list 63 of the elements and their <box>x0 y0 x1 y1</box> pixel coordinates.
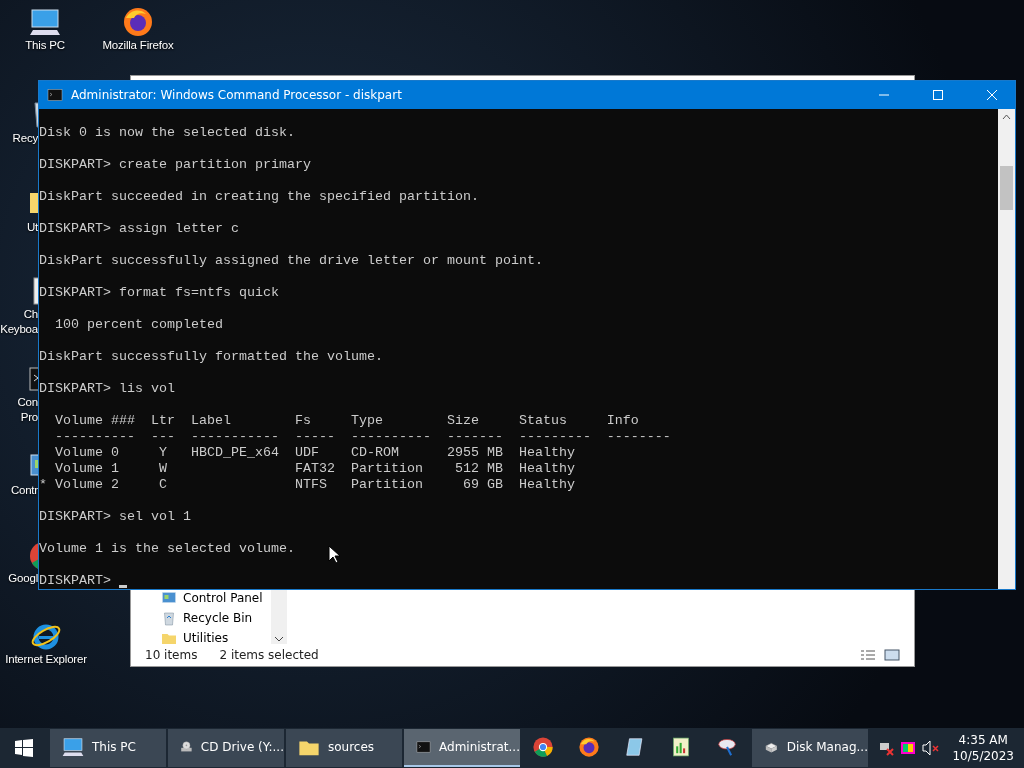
control-panel-icon <box>161 590 177 606</box>
windows-logo-icon <box>15 739 33 757</box>
taskbar-button[interactable]: Disk Manag... <box>752 729 868 767</box>
computer-icon <box>62 736 84 758</box>
sidebar-item[interactable]: Recycle Bin <box>161 610 271 626</box>
chart-document-icon <box>670 736 692 758</box>
icon-label: Keyboa <box>0 322 38 337</box>
icon-label: Con <box>17 395 38 410</box>
scrollbar[interactable] <box>998 109 1015 589</box>
icon-label: Ut <box>26 220 38 235</box>
tool-icon <box>716 736 738 758</box>
console-line: Volume 1 is the selected volume. <box>39 541 295 557</box>
taskbar-button[interactable]: Administrat... <box>404 729 520 767</box>
console-line: ---------- --- ----------- ----- ---------- ------- --------- -------- <box>54 429 671 445</box>
icon-label: This PC <box>25 38 65 53</box>
text-cursor <box>119 585 127 588</box>
color-icon[interactable] <box>900 740 917 756</box>
console-line: DiskPart successfully assigned the drive letter or mount point. <box>39 253 543 269</box>
icon-label: Internet Explorer <box>5 652 87 667</box>
icon-label: Pro <box>20 410 38 425</box>
console-line: DISKPART> create partition primary <box>39 157 311 173</box>
icon-label: Recy <box>12 131 38 146</box>
taskbar-button[interactable]: sources <box>286 729 402 767</box>
window-title: Administrator: Windows Command Processor - diskpart <box>71 88 403 102</box>
console-line: DISKPART> lis vol <box>39 381 175 397</box>
console-line: Disk 0 is now the selected disk. <box>39 125 295 141</box>
console-line: DiskPart successfully formatted the volume. <box>39 349 383 365</box>
sidebar-item[interactable]: Control Panel <box>161 590 271 606</box>
speaker-muted-icon[interactable] <box>922 740 941 756</box>
desktop-icon[interactable]: Internet Explorer <box>0 620 96 667</box>
console-line: DiskPart succeeded in creating the specified partition. <box>39 189 479 205</box>
console-line: DISKPART> assign letter c <box>39 221 239 237</box>
console-line: 100 percent completed <box>54 317 223 333</box>
scroll-up-icon[interactable] <box>1002 113 1011 122</box>
icon-label: Mozilla Firefox <box>102 38 174 53</box>
icon-label: Googl <box>8 571 38 586</box>
date: 10/5/2023 <box>952 748 1014 764</box>
close-icon <box>987 90 997 100</box>
sidebar-item[interactable]: Utilities <box>161 630 271 646</box>
network-disconnected-icon[interactable] <box>878 740 895 756</box>
maximize-icon <box>933 90 943 100</box>
time: 4:35 AM <box>958 732 1008 748</box>
notepad-icon <box>624 736 646 758</box>
console-line: DISKPART> sel vol 1 <box>39 509 191 525</box>
console-line: DISKPART> format fs=ntfs quick <box>39 285 279 301</box>
firefox-icon <box>122 6 154 38</box>
scroll-down-icon[interactable] <box>274 634 284 644</box>
console-line: Volume 1 W FAT32 Partition 512 MB Healthy <box>54 461 575 477</box>
scrollbar-thumb[interactable] <box>1000 166 1013 210</box>
taskbar-button[interactable]: CD Drive (Y:... <box>168 729 284 767</box>
firefox-icon <box>578 736 600 758</box>
clock[interactable]: 4:35 AM 10/5/2023 <box>952 732 1014 764</box>
icon-label: Contr <box>10 483 38 498</box>
computer-icon <box>29 6 61 38</box>
item-count: 10 items <box>145 648 198 662</box>
icon-label: Ch <box>23 307 38 322</box>
selection-count: 2 items selected <box>219 648 319 662</box>
console-line: Volume 0 Y HBCD_PE_x64 UDF CD-ROM 2955 MB Healthy <box>54 445 575 461</box>
taskbar-button[interactable]: This PC <box>50 729 166 767</box>
console-line: * Volume 2 C NTFS Partition 69 GB Healthy <box>39 477 575 493</box>
mouse-pointer-icon <box>328 545 340 564</box>
console-line: Volume ### Ltr Label Fs Type Size Status Info <box>54 413 639 429</box>
console-line: DISKPART> <box>39 573 111 589</box>
